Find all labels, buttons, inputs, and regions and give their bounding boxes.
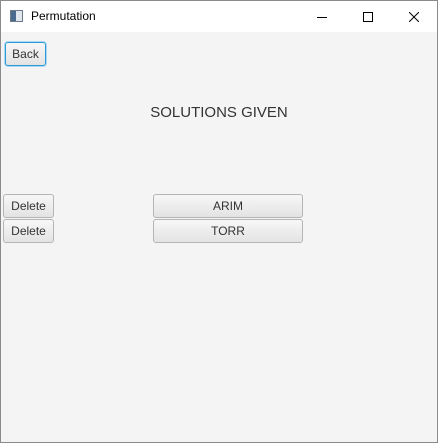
solution-button[interactable]: TORR <box>153 219 303 243</box>
solution-row: Delete TORR <box>1 219 437 243</box>
close-icon <box>409 11 419 22</box>
close-button[interactable] <box>391 1 437 32</box>
title-bar[interactable]: Permutation <box>1 1 437 32</box>
solution-button[interactable]: ARIM <box>153 194 303 218</box>
minimize-button[interactable] <box>299 1 345 32</box>
content-area: Back SOLUTIONS GIVEN Delete ARIM Delete … <box>1 32 437 442</box>
delete-button[interactable]: Delete <box>3 194 54 218</box>
maximize-icon <box>363 11 373 22</box>
solution-row: Delete ARIM <box>1 194 437 218</box>
delete-button[interactable]: Delete <box>3 219 54 243</box>
page-title: SOLUTIONS GIVEN <box>1 104 437 121</box>
minimize-icon <box>317 16 327 18</box>
maximize-button[interactable] <box>345 1 391 32</box>
page-title-text: SOLUTIONS GIVEN <box>150 104 288 121</box>
app-window-icon <box>10 10 23 22</box>
app-window: Permutation Back SOLUTIONS GIVEN Delete … <box>0 0 438 443</box>
window-title: Permutation <box>31 9 96 23</box>
back-button[interactable]: Back <box>5 42 46 66</box>
